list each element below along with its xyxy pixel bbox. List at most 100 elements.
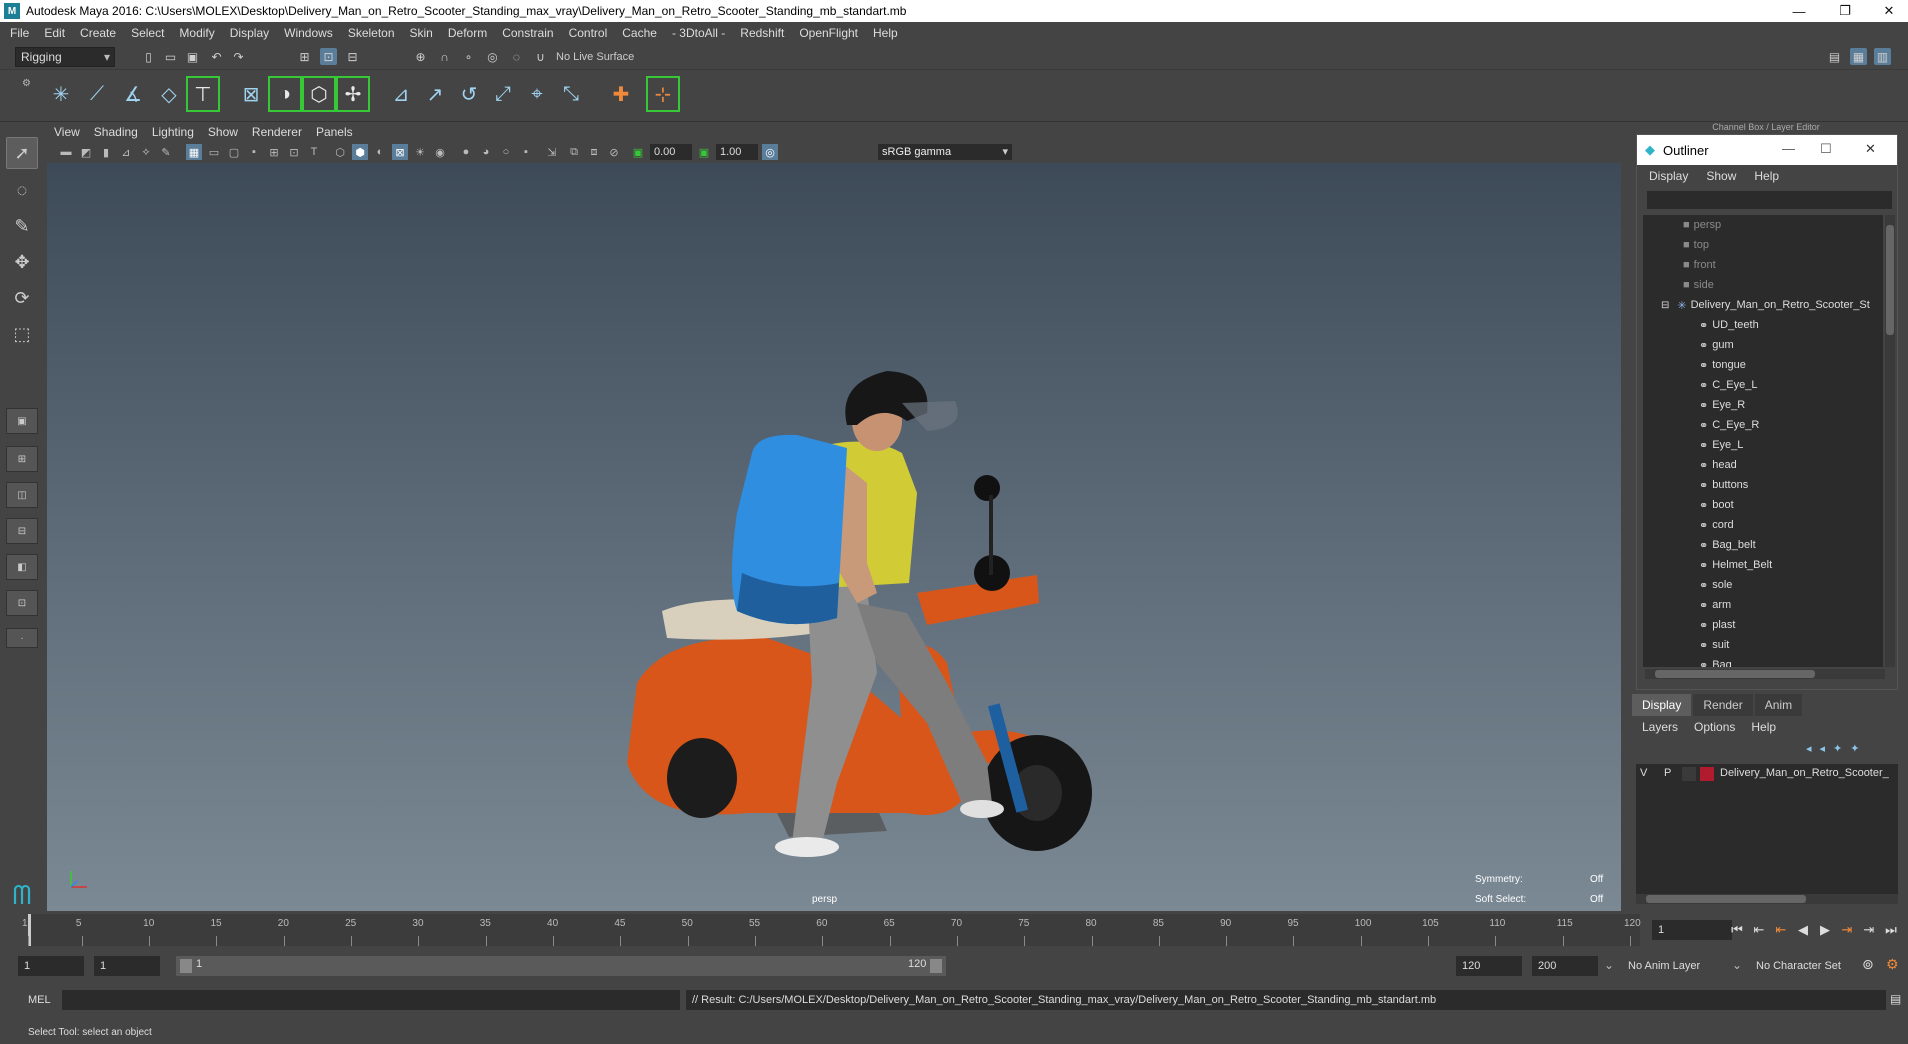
outliner-item[interactable]: ⚭ plast xyxy=(1643,615,1883,635)
scrollbar-thumb[interactable] xyxy=(1655,670,1815,678)
field-chart-icon[interactable]: ⊞ xyxy=(266,144,282,160)
grid-toggle-icon[interactable]: ▦ xyxy=(186,144,202,160)
chevron-down-icon[interactable]: ⌄ xyxy=(1604,958,1614,972)
snap-point-icon[interactable]: ∘ xyxy=(460,48,477,65)
menu-set-dropdown[interactable]: Rigging xyxy=(15,47,115,67)
layer-color-swatch[interactable] xyxy=(1700,767,1714,781)
outliner-item[interactable]: ⚭ head xyxy=(1643,455,1883,475)
menu-display[interactable]: Display xyxy=(230,26,269,40)
preferences-icon[interactable]: ⚙ xyxy=(1886,956,1899,973)
menu-file[interactable]: File xyxy=(10,26,29,40)
image-plane-icon[interactable]: ⊿ xyxy=(118,144,134,160)
animation-start-field[interactable]: 1 xyxy=(18,956,84,976)
outliner-item[interactable]: ⚭ Helmet_Belt xyxy=(1643,555,1883,575)
redo-icon[interactable]: ↷ xyxy=(230,48,247,65)
safe-action-icon[interactable]: ⊡ xyxy=(286,144,302,160)
open-scene-icon[interactable]: ▭ xyxy=(162,48,179,65)
layer-menu-layers[interactable]: Layers xyxy=(1642,720,1678,734)
camera-attr-icon[interactable]: ◩ xyxy=(78,144,94,160)
grease-pencil-icon[interactable]: ✎ xyxy=(158,144,174,160)
menu-select[interactable]: Select xyxy=(131,26,164,40)
new-scene-icon[interactable]: ▯ xyxy=(140,48,157,65)
outliner-item[interactable]: ⚭ tongue xyxy=(1643,355,1883,375)
panel-menu-view[interactable]: View xyxy=(54,125,80,139)
rotate-tool-icon[interactable]: ⟳ xyxy=(6,282,38,314)
outliner-item[interactable]: ⚭ Eye_R xyxy=(1643,395,1883,415)
snap-grid-icon[interactable]: ⊕ xyxy=(412,48,429,65)
graph-persp-icon[interactable]: ⊡ xyxy=(6,590,38,616)
menu-edit[interactable]: Edit xyxy=(44,26,65,40)
live-surface-field[interactable]: No Live Surface xyxy=(552,48,656,66)
range-end-handle[interactable] xyxy=(930,959,942,973)
xray-joints-icon[interactable]: ⧈ xyxy=(586,144,602,160)
panel-menu-show[interactable]: Show xyxy=(208,125,238,139)
outliner-item[interactable]: ⚭ C_Eye_L xyxy=(1643,375,1883,395)
bind-skin-icon[interactable]: ⊠ xyxy=(236,78,266,110)
depth-of-field-icon[interactable]: ▪ xyxy=(518,144,534,160)
menu-create[interactable]: Create xyxy=(80,26,116,40)
panel-menu-shading[interactable]: Shading xyxy=(94,125,138,139)
menu-deform[interactable]: Deform xyxy=(448,26,487,40)
restore-button[interactable]: ❐ xyxy=(1822,0,1868,22)
joint-tool-icon[interactable]: ✳ xyxy=(46,78,76,110)
play-backwards-icon[interactable]: ◀ xyxy=(1794,921,1812,939)
outliner-root-group[interactable]: ⊟ ✳ Delivery_Man_on_Retro_Scooter_St xyxy=(1643,295,1883,315)
use-all-lights-icon[interactable]: ☀ xyxy=(412,144,428,160)
playback-end-field[interactable]: 120 xyxy=(1456,956,1522,976)
xray-icon[interactable]: ⧉ xyxy=(566,144,582,160)
outliner-camera-side[interactable]: ■ side xyxy=(1643,275,1883,295)
cluster-icon[interactable]: ✢ xyxy=(336,76,370,112)
menu-cache[interactable]: Cache xyxy=(622,26,657,40)
outliner-persp-icon[interactable]: ◧ xyxy=(6,554,38,580)
outliner-item[interactable]: ⚭ sole xyxy=(1643,575,1883,595)
outliner-camera-persp[interactable]: ■ persp xyxy=(1643,215,1883,235)
tab-display[interactable]: Display xyxy=(1632,694,1692,716)
outliner-item[interactable]: ⚭ Eye_L xyxy=(1643,435,1883,455)
smooth-shade-icon[interactable]: ⬢ xyxy=(352,144,368,160)
select-component-icon[interactable]: ⊟ xyxy=(344,48,361,65)
isolate-select-icon[interactable]: ⇲ xyxy=(544,144,560,160)
four-pane-layout-icon[interactable]: ⊞ xyxy=(6,446,38,472)
shadows-icon[interactable]: ◉ xyxy=(432,144,448,160)
outliner-item[interactable]: ⚭ Bag xyxy=(1643,655,1883,667)
command-input[interactable] xyxy=(62,990,680,1010)
outliner-camera-front[interactable]: ■ front xyxy=(1643,255,1883,275)
resolution-gate-icon[interactable]: ▢ xyxy=(226,144,242,160)
orient-joint-icon[interactable]: ⊤ xyxy=(186,76,220,112)
script-editor-icon[interactable]: ▤ xyxy=(1890,992,1901,1006)
attribute-editor-toggle-icon[interactable]: ▥ xyxy=(1874,48,1891,65)
render-settings-icon[interactable]: ▤ xyxy=(1826,48,1843,65)
mirror-joint-icon[interactable]: ◇ xyxy=(154,78,184,110)
outliner-close-icon[interactable]: ✕ xyxy=(1865,141,1876,157)
menu-constrain[interactable]: Constrain xyxy=(502,26,553,40)
outliner-search-input[interactable] xyxy=(1647,191,1892,209)
channel-box-toggle-icon[interactable]: ▦ xyxy=(1850,48,1867,65)
xray-active-icon[interactable]: ⊘ xyxy=(606,144,622,160)
layer-action-icons[interactable]: ◂◂✦✦ xyxy=(1806,742,1867,755)
ik-spline-icon[interactable]: ∡ xyxy=(118,78,148,110)
color-space-dropdown[interactable]: sRGB gamma xyxy=(878,144,1012,160)
layer-visibility-toggle[interactable]: V xyxy=(1640,767,1647,779)
outliner-item[interactable]: ⚭ arm xyxy=(1643,595,1883,615)
script-language-toggle[interactable]: MEL xyxy=(14,990,58,1010)
lattice-icon[interactable]: ⬡ xyxy=(302,76,336,112)
outliner-item[interactable]: ⚭ C_Eye_R xyxy=(1643,415,1883,435)
layer-horizontal-scrollbar[interactable] xyxy=(1636,894,1898,904)
gate-mask-icon[interactable]: ▪ xyxy=(246,144,262,160)
outliner-menu-display[interactable]: Display xyxy=(1649,169,1688,183)
custom-layout-icon[interactable]: · xyxy=(6,628,38,648)
select-hierarchy-icon[interactable]: ⊞ xyxy=(296,48,313,65)
bookmark-icon[interactable]: ▮ xyxy=(98,144,114,160)
outliner-item[interactable]: ⚭ buttons xyxy=(1643,475,1883,495)
animation-end-field[interactable]: 200 xyxy=(1532,956,1598,976)
step-back-key-icon[interactable]: ⇤ xyxy=(1750,921,1768,939)
range-slider-bar[interactable]: 1 120 xyxy=(176,956,946,976)
step-forward-key-icon[interactable]: ⇥ xyxy=(1860,921,1878,939)
time-slider-track[interactable]: 1 5 10 15 20 25 30 35 40 45 50 55 60 65 70 75 80 85 90 95 10… xyxy=(22,914,1641,946)
two-pane-side-icon[interactable]: ◫ xyxy=(6,482,38,508)
exposure-field[interactable]: 0.00 xyxy=(650,144,692,160)
outliner-camera-top[interactable]: ■ top xyxy=(1643,235,1883,255)
film-gate-icon[interactable]: ▭ xyxy=(206,144,222,160)
snap-view-icon[interactable]: ◎ xyxy=(484,48,501,65)
tab-anim[interactable]: Anim xyxy=(1754,694,1803,716)
